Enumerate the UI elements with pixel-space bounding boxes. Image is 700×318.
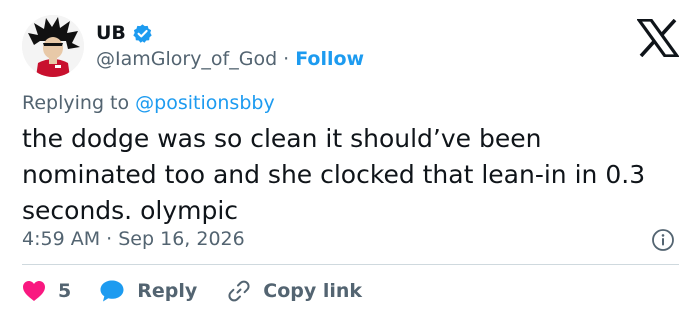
verified-badge-icon [132,23,153,44]
tweet-timestamp[interactable]: 4:59 AM · Sep 16, 2026 [22,228,245,250]
info-icon[interactable] [651,228,675,252]
copy-link-button[interactable]: Copy link [227,279,362,303]
heart-icon [22,280,46,302]
author-handle[interactable]: @IamGlory_of_God [96,48,277,70]
replying-to: Replying to @positionsbby [22,92,275,114]
tweet-text: the dodge was so clean it should’ve been… [22,124,646,225]
action-bar: 5 Reply Copy link [22,276,362,306]
copy-link-label: Copy link [263,280,363,302]
avatar-image [22,15,84,77]
display-name[interactable]: UB [96,22,126,44]
divider [22,264,679,265]
speech-bubble-icon [99,279,125,303]
author-name-row: UB [96,22,153,44]
avatar[interactable] [22,15,84,77]
follow-button[interactable]: Follow [295,48,364,70]
replying-prefix: Replying to [22,92,130,114]
x-logo-icon[interactable] [635,18,681,58]
tweet-time: 4:59 AM [22,228,101,250]
tweet-date: Sep 16, 2026 [118,228,245,250]
like-button[interactable]: 5 [22,280,71,302]
author-handle-row: @IamGlory_of_God · Follow [96,48,364,70]
reply-label: Reply [137,280,198,302]
separator-dot: · [283,48,290,70]
link-icon [227,279,251,303]
separator-dot: · [106,228,113,250]
reply-button[interactable]: Reply [99,279,197,303]
replying-mention[interactable]: @positionsbby [135,92,275,114]
like-count: 5 [58,280,72,302]
